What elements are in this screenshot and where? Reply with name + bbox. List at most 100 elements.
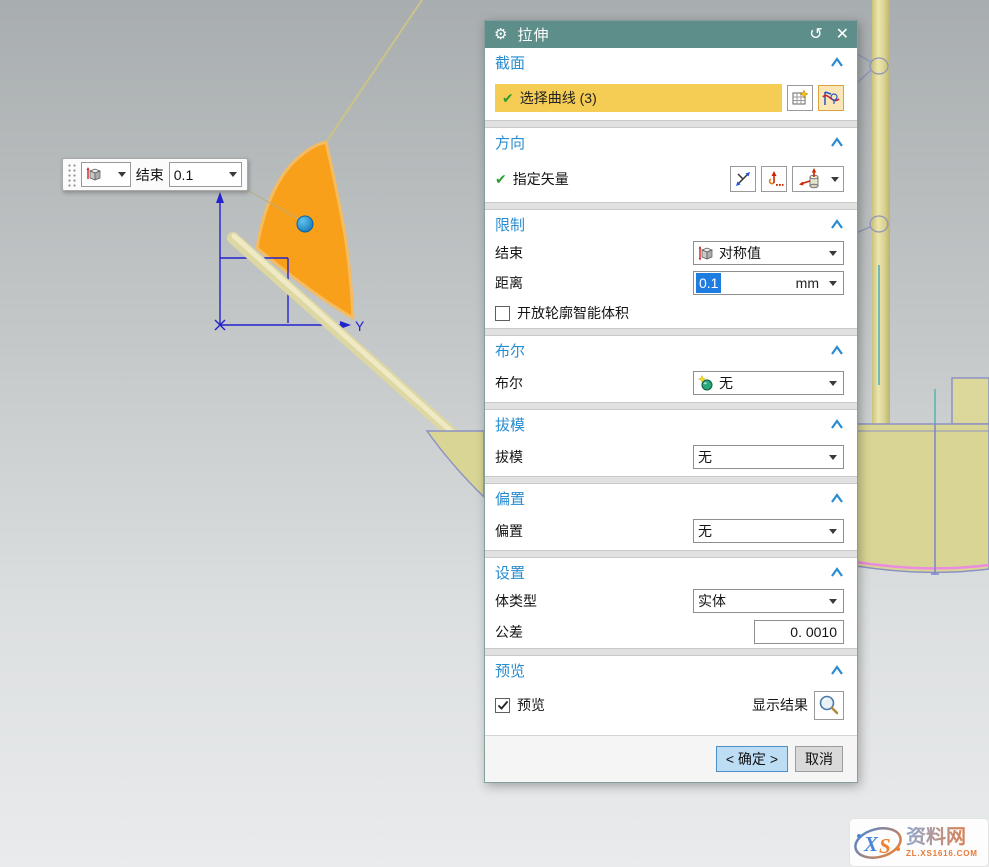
group-separator <box>485 476 857 484</box>
gear-icon[interactable]: ⚙ <box>494 27 507 42</box>
boolean-value: 无 <box>719 373 733 393</box>
cabin-block[interactable] <box>952 378 989 424</box>
cancel-button[interactable]: 取消 <box>795 746 843 772</box>
y-axis-label: Y <box>355 318 365 334</box>
caret-down-icon <box>829 455 837 460</box>
group-direction-header[interactable]: 方向 <box>485 128 857 156</box>
end-dropdown[interactable]: 对称值 <box>693 241 844 265</box>
select-curve-field[interactable]: ✔ 选择曲线 (3) <box>495 84 782 112</box>
symmetric-cube-icon <box>86 167 102 182</box>
vector-type-dropdown[interactable] <box>792 166 844 192</box>
rigging-rope-line[interactable] <box>327 0 422 141</box>
open-profile-row: 开放轮廓智能体积 <box>485 298 857 328</box>
collapse-chevron-icon[interactable] <box>829 344 845 356</box>
watermark-site-url: ZL.XS1616.COM <box>906 850 978 858</box>
watermark-text: 资料网 ZL.XS1616.COM <box>906 827 978 858</box>
distance-row: 距离 0.1 mm <box>485 268 857 298</box>
group-limits-header[interactable]: 限制 <box>485 210 857 238</box>
hull-body[interactable] <box>856 424 989 572</box>
group-settings-header[interactable]: 设置 <box>485 558 857 586</box>
vector-type-icon <box>797 168 823 190</box>
vector-buttons <box>725 166 844 192</box>
sketch-section-button[interactable] <box>787 85 813 111</box>
check-icon: ✔ <box>502 90 514 107</box>
distance-input[interactable]: 0.1 mm <box>693 271 844 295</box>
show-result-label: 显示结果 <box>752 695 808 715</box>
open-profile-label: 开放轮廓智能体积 <box>517 303 629 323</box>
group-separator <box>485 202 857 210</box>
body-type-value: 实体 <box>698 591 726 611</box>
direction-header-label: 方向 <box>495 132 525 153</box>
boolean-dropdown[interactable]: 无 <box>693 371 844 395</box>
offset-value: 无 <box>698 521 712 541</box>
group-separator <box>485 648 857 656</box>
sketch-section-icon <box>791 89 809 107</box>
group-section: 截面 ✔ 选择曲线 (3) <box>485 48 857 120</box>
curve-select-button[interactable] <box>818 85 844 111</box>
caret-down-icon <box>829 599 837 604</box>
collapse-chevron-icon[interactable] <box>829 492 845 504</box>
collapse-chevron-icon[interactable] <box>829 664 845 676</box>
caret-down-icon <box>831 177 839 182</box>
group-preview: 预览 预览 显示结果 <box>485 656 857 726</box>
vector-dialog-icon <box>764 169 784 189</box>
distance-unit: mm <box>796 275 829 291</box>
hull-prow[interactable] <box>427 431 484 497</box>
open-profile-checkbox[interactable] <box>495 306 510 321</box>
offset-label: 偏置 <box>495 521 523 541</box>
group-preview-header[interactable]: 预览 <box>485 656 857 684</box>
body-type-row: 体类型 实体 <box>485 586 857 616</box>
watermark-badge: X S 资料网 ZL.XS1616.COM <box>849 818 989 867</box>
draft-label: 拔模 <box>495 447 523 467</box>
collapse-chevron-icon[interactable] <box>829 418 845 430</box>
group-limits: 限制 结束 对称值 <box>485 210 857 328</box>
group-separator <box>485 120 857 128</box>
toolbar-drag-grip[interactable] <box>67 163 76 187</box>
dialog-footer: < 确定 > 取消 <box>485 735 857 782</box>
distance-drag-handle[interactable] <box>297 216 313 232</box>
tolerance-input[interactable]: 0. 0010 <box>754 620 844 644</box>
draft-dropdown[interactable]: 无 <box>693 445 844 469</box>
settings-header-label: 设置 <box>495 562 525 583</box>
magnifier-icon <box>818 694 840 716</box>
reverse-direction-icon <box>733 169 753 189</box>
close-icon[interactable]: ✕ <box>836 27 849 43</box>
boolean-none-icon <box>698 375 714 391</box>
body-type-dropdown[interactable]: 实体 <box>693 589 844 613</box>
group-boolean-header[interactable]: 布尔 <box>485 336 857 364</box>
end-option-dropdown[interactable] <box>81 162 131 187</box>
caret-down-icon <box>829 251 837 256</box>
boolean-header-label: 布尔 <box>495 340 525 361</box>
group-section-header[interactable]: 截面 <box>485 48 857 76</box>
collapse-chevron-icon[interactable] <box>829 566 845 578</box>
reverse-direction-button[interactable] <box>730 166 756 192</box>
group-draft-header[interactable]: 拔模 <box>485 410 857 438</box>
extrude-dialog: ⚙ 拉伸 ↺ ✕ 截面 ✔ 选择曲线 (3) <box>484 20 858 783</box>
ok-button[interactable]: < 确定 > <box>716 746 788 772</box>
mini-distance-dropdown[interactable]: 0.1 <box>169 162 242 187</box>
show-result-button[interactable] <box>814 691 844 720</box>
group-boolean: 布尔 布尔 无 <box>485 336 857 402</box>
dialog-title: 拉伸 <box>517 24 549 45</box>
offset-row: 偏置 无 <box>485 512 857 550</box>
caret-down-icon <box>118 172 126 177</box>
collapse-chevron-icon[interactable] <box>829 218 845 230</box>
onscreen-input-toolbar[interactable]: 结束 0.1 <box>62 158 248 191</box>
select-curve-label: 选择曲线 (3) <box>520 88 597 108</box>
reset-icon[interactable]: ↺ <box>809 27 822 43</box>
tolerance-value: 0. 0010 <box>790 624 837 640</box>
preview-checkbox[interactable] <box>495 698 510 713</box>
caret-down-icon <box>229 172 237 177</box>
collapse-chevron-icon[interactable] <box>829 136 845 148</box>
end-label: 结束 <box>495 243 523 263</box>
section-header-label: 截面 <box>495 52 525 73</box>
specify-vector-label: 指定矢量 <box>513 169 569 189</box>
collapse-chevron-icon[interactable] <box>829 56 845 68</box>
vector-dialog-button[interactable] <box>761 166 787 192</box>
group-separator <box>485 550 857 558</box>
boolean-row: 布尔 无 <box>485 364 857 402</box>
preview-header-label: 预览 <box>495 660 525 681</box>
dialog-titlebar[interactable]: ⚙ 拉伸 ↺ ✕ <box>485 21 857 48</box>
offset-dropdown[interactable]: 无 <box>693 519 844 543</box>
group-offset-header[interactable]: 偏置 <box>485 484 857 512</box>
